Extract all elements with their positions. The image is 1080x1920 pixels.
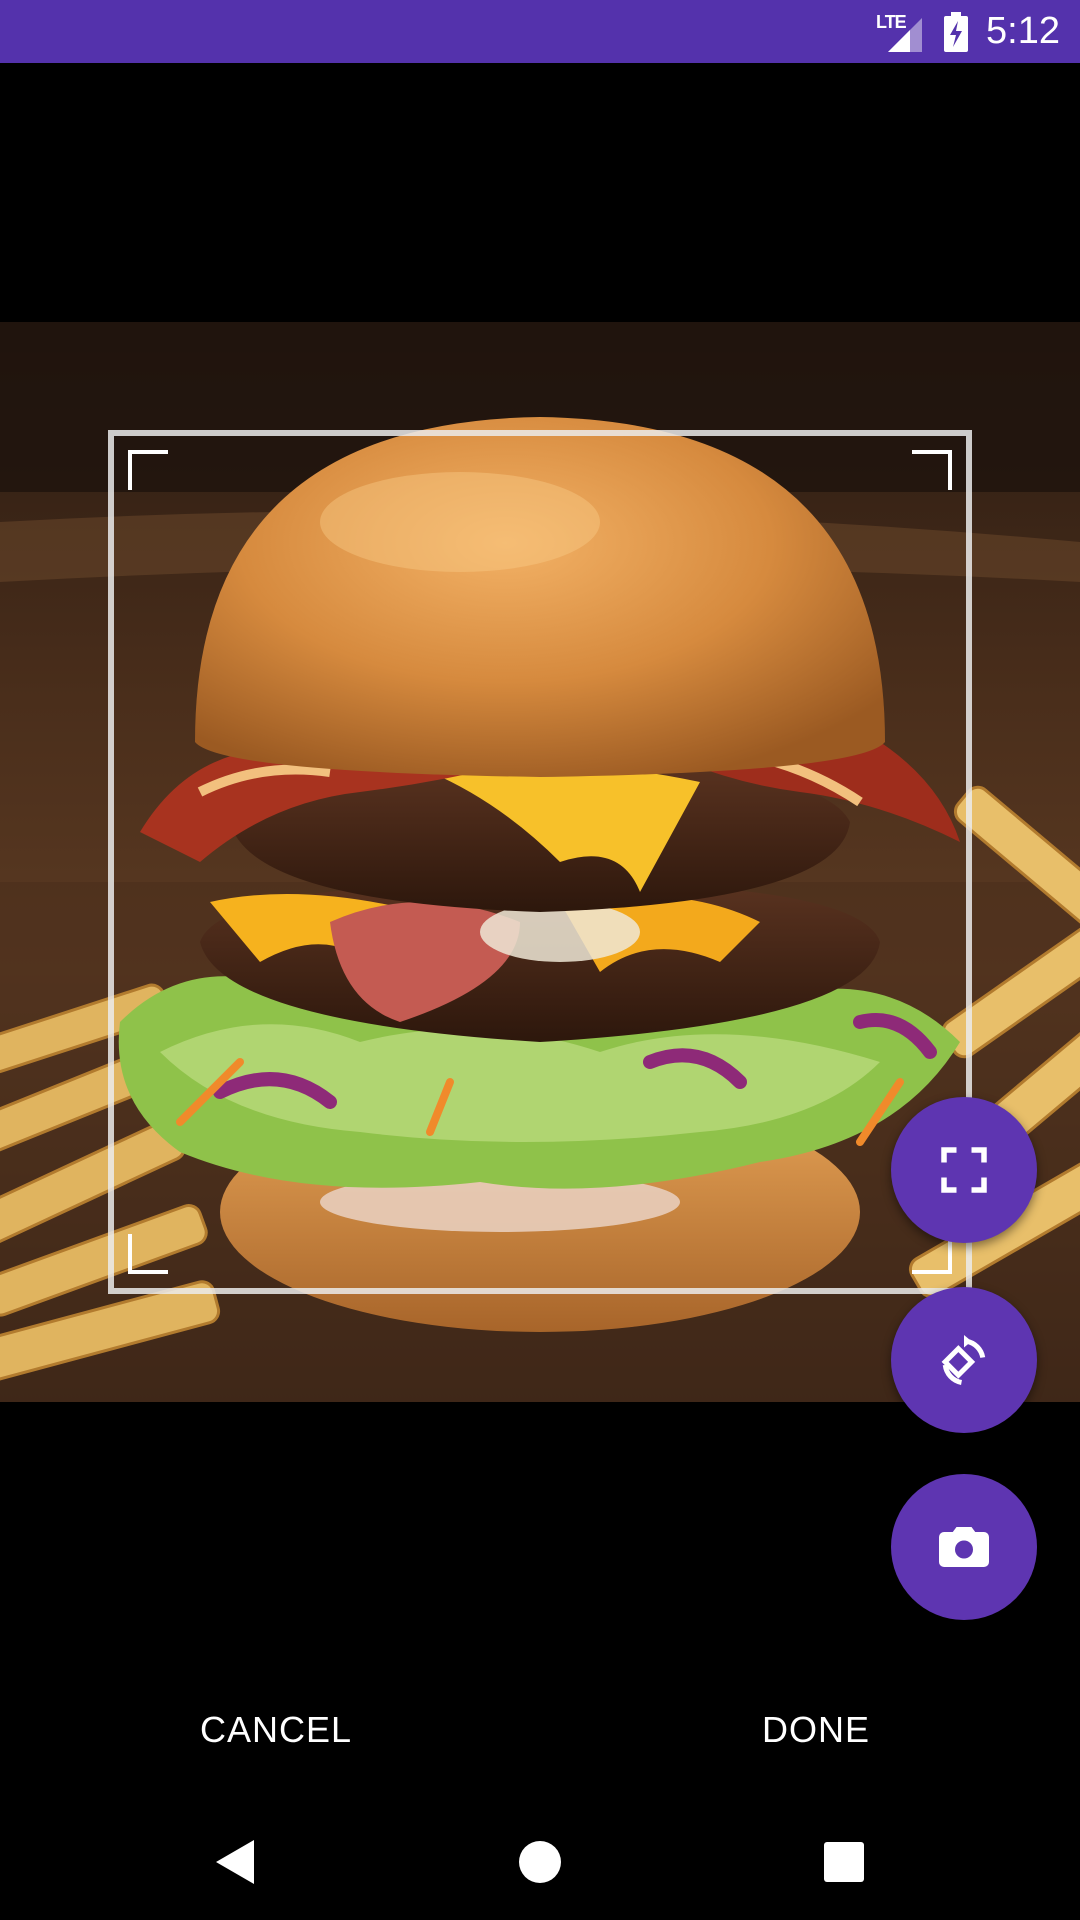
back-button[interactable] [204,1830,268,1894]
home-icon [519,1841,561,1883]
status-time: 5:12 [986,10,1060,52]
recents-button[interactable] [812,1830,876,1894]
camera-icon [939,1527,989,1567]
fullscreen-button[interactable] [891,1097,1037,1243]
crop-handle-top-left[interactable] [128,450,168,490]
crop-handle-bottom-left[interactable] [128,1234,168,1274]
recents-icon [824,1842,864,1882]
crop-handle-top-right[interactable] [912,450,952,490]
fullscreen-icon [941,1147,987,1193]
rotate-button[interactable] [891,1287,1037,1433]
navigation-bar [0,1800,1080,1920]
rotate-icon [941,1335,986,1385]
status-bar: LTE 5:12 [0,0,1080,63]
status-icons: LTE 5:12 [876,0,1060,63]
home-button[interactable] [508,1830,572,1894]
cell-signal-icon: LTE [876,12,926,52]
camera-button[interactable] [891,1474,1037,1620]
back-icon [216,1840,254,1884]
cancel-button[interactable]: CANCEL [200,1700,352,1760]
battery-charging-icon [942,11,970,52]
crop-frame[interactable] [108,430,972,1294]
done-button[interactable]: DONE [762,1700,870,1760]
